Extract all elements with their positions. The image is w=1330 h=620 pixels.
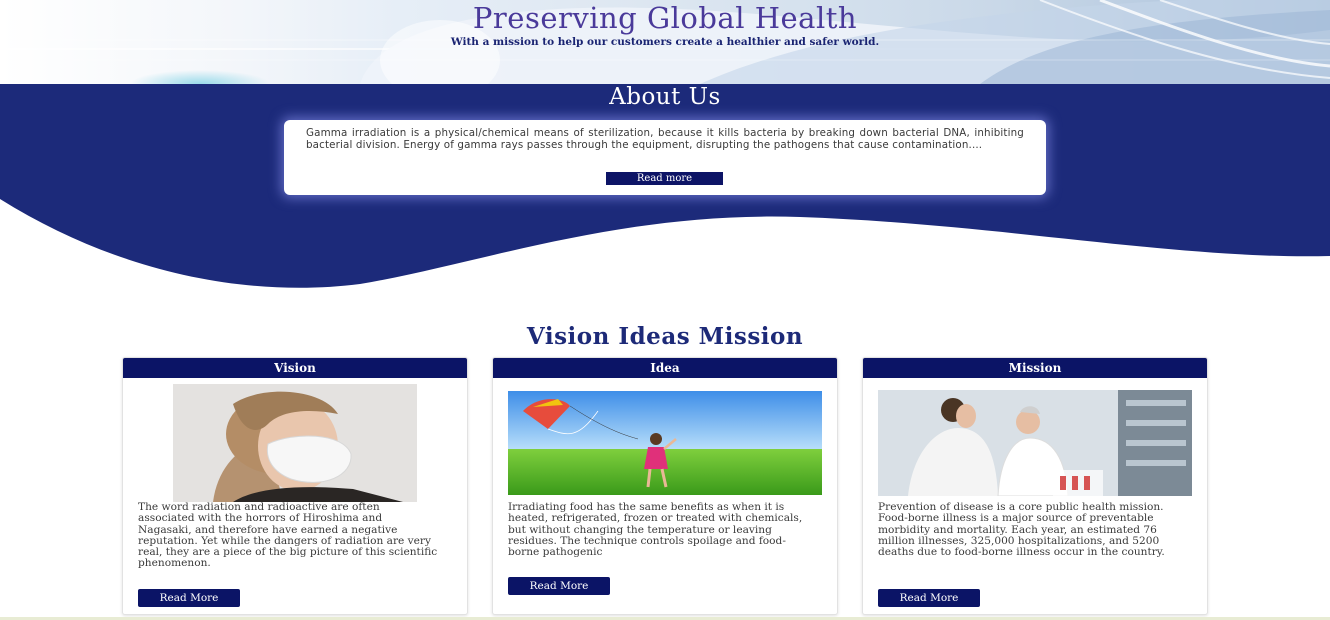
- hero-banner: Preserving Global Health With a mission …: [0, 0, 1330, 84]
- vision-image: [173, 384, 417, 502]
- vision-card-text: The word radiation and radioactive are o…: [138, 501, 438, 570]
- vision-card-heading: Vision: [123, 358, 467, 378]
- vim-section-title: Vision Ideas Mission: [526, 323, 804, 350]
- idea-card-text: Irradiating food has the same benefits a…: [508, 501, 803, 559]
- about-section: About Us Gamma irradiation is a physical…: [0, 84, 1330, 294]
- about-card: Gamma irradiation is a physical/chemical…: [284, 120, 1046, 195]
- mission-card-heading: Mission: [863, 358, 1207, 378]
- idea-card: Idea Irradiating food has the same benef…: [492, 357, 838, 615]
- about-read-more-button[interactable]: Read more: [606, 172, 723, 185]
- mission-image: [878, 390, 1192, 496]
- about-title: About Us: [609, 84, 721, 110]
- idea-read-more-button[interactable]: Read More: [508, 577, 610, 595]
- vision-card: Vision The word radiation and radioactiv…: [122, 357, 468, 615]
- vision-read-more-button[interactable]: Read More: [138, 589, 240, 607]
- mission-card-text: Prevention of disease is a core public h…: [878, 501, 1165, 559]
- hero-subtitle: With a mission to help our customers cre…: [450, 36, 880, 48]
- mission-card: Mission Prevention of disease is a core …: [862, 357, 1208, 615]
- about-text: Gamma irradiation is a physical/chemical…: [306, 127, 1024, 151]
- hero-title: Preserving Global Health: [472, 1, 858, 35]
- mission-read-more-button[interactable]: Read More: [878, 589, 980, 607]
- idea-card-heading: Idea: [493, 358, 837, 378]
- idea-image: [508, 391, 822, 495]
